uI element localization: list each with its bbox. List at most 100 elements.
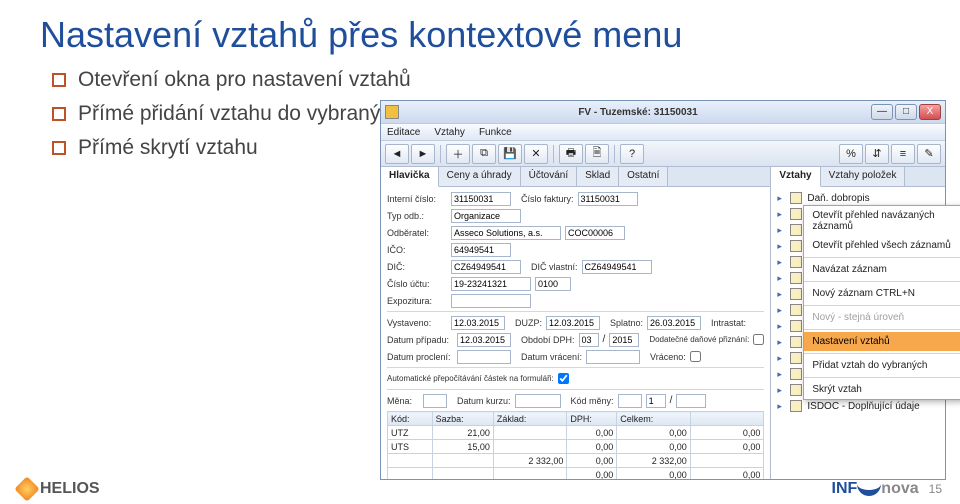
tab-ceny[interactable]: Ceny a úhrady: [439, 167, 521, 186]
toolbar-separator: [440, 145, 441, 163]
cislo-uctu2-field[interactable]: [535, 277, 571, 291]
maximize-button[interactable]: □: [895, 104, 917, 120]
left-panel: Hlavička Ceny a úhrady Účtování Sklad Os…: [381, 167, 771, 479]
right-panel: Vztahy Vztahy položek ▸Daň. dobropis▸Daň…: [771, 167, 945, 479]
doc-icon: [790, 224, 802, 236]
kod-meny-label: Kód měny:: [571, 396, 614, 406]
infonova-logo: INFnova: [832, 480, 919, 498]
expand-icon: ▸: [777, 193, 785, 204]
context-menu-item[interactable]: Otevřít přehled všech záznamů: [804, 236, 960, 255]
smaz-icon[interactable]: ✕: [524, 144, 548, 164]
obdobi-m-field[interactable]: [579, 333, 599, 347]
doc-icon[interactable]: ✎: [917, 144, 941, 164]
context-menu-item[interactable]: Nastavení vztahů: [804, 332, 960, 351]
datum-pripadu-label: Datum případu:: [387, 335, 453, 345]
tisk-icon[interactable]: 🖶: [559, 144, 583, 164]
intrastat-label: Intrastat:: [711, 318, 746, 328]
table-row[interactable]: 0,000,000,00: [388, 468, 764, 480]
datum-vraceni-label: Datum vrácení:: [521, 352, 582, 362]
doc-icon: [790, 368, 802, 380]
context-menu-item[interactable]: Navázat záznam: [804, 260, 960, 279]
interni-cislo-field[interactable]: [451, 192, 511, 206]
list-item-label: ISDOC - Doplňující údaje: [807, 401, 919, 412]
list-item[interactable]: ▸Daň. dobropis: [771, 190, 945, 206]
duzp-field[interactable]: [546, 316, 600, 330]
bullet-icon: [52, 141, 66, 155]
menu-funkce[interactable]: Funkce: [479, 127, 512, 138]
grid-header: Základ:: [493, 412, 567, 426]
context-menu-item[interactable]: Přidat vztah do vybraných: [804, 356, 960, 375]
tab-hlavicka[interactable]: Hlavička: [381, 167, 439, 187]
tab-ostatni[interactable]: Ostatní: [619, 167, 668, 186]
ico-label: IČO:: [387, 245, 447, 255]
obdobi-r-field[interactable]: [609, 333, 639, 347]
expand-icon: ▸: [777, 225, 785, 236]
grid-header: Kód:: [388, 412, 433, 426]
swoosh-icon: [857, 482, 881, 496]
auto-checkbox[interactable]: [558, 373, 569, 384]
minimize-button[interactable]: —: [871, 104, 893, 120]
vpred-icon[interactable]: ►: [411, 144, 435, 164]
splatno-field[interactable]: [647, 316, 701, 330]
vraceno-label: Vráceno:: [650, 352, 686, 362]
toolbar: ◄ ► ＋ ⧉ 💾 ✕ 🖶 🗎 ? % ⇵ ≡ ✎: [381, 141, 945, 167]
expand-icon: ▸: [777, 385, 785, 396]
tab-vztahy-polozek[interactable]: Vztahy položek: [821, 167, 906, 186]
interni-cislo-label: Interní číslo:: [387, 194, 447, 204]
expozitura-field[interactable]: [451, 294, 531, 308]
context-menu-item[interactable]: Skrýt vztah: [804, 380, 960, 399]
tab-vztahy[interactable]: Vztahy: [771, 167, 820, 187]
odberatel2-field[interactable]: [565, 226, 625, 240]
dic-vlastni-field[interactable]: [582, 260, 652, 274]
procent-icon[interactable]: %: [839, 144, 863, 164]
context-menu-item[interactable]: Otevřít přehled navázaných záznamů: [804, 206, 960, 236]
datum-procleni-field[interactable]: [457, 350, 511, 364]
uloz-icon[interactable]: 💾: [498, 144, 522, 164]
mena-field[interactable]: [423, 394, 447, 408]
kopie-icon[interactable]: ⧉: [472, 144, 496, 164]
close-button[interactable]: X: [919, 104, 941, 120]
cislo-faktury-field[interactable]: [578, 192, 638, 206]
kurz2-field[interactable]: [676, 394, 706, 408]
expand-icon: ▸: [777, 273, 785, 284]
table-row[interactable]: 2 332,000,002 332,00: [388, 454, 764, 468]
expand-icon: ▸: [777, 337, 785, 348]
expand-icon: ▸: [777, 369, 785, 380]
expand-icon: ▸: [777, 305, 785, 316]
menu-editace[interactable]: Editace: [387, 127, 420, 138]
vystaveno-field[interactable]: [451, 316, 505, 330]
typ-odb-field[interactable]: [451, 209, 521, 223]
divider: [387, 367, 764, 368]
list-item[interactable]: ▸ISDOC - Doplňující údaje: [771, 398, 945, 414]
bullet-text: Přímé skrytí vztahu: [78, 136, 258, 160]
vraceno-checkbox[interactable]: [690, 351, 701, 362]
doc-icon: [790, 384, 802, 396]
tab-uctovani[interactable]: Účtování: [521, 167, 577, 186]
kod-meny-field[interactable]: [618, 394, 642, 408]
menu-vztahy[interactable]: Vztahy: [434, 127, 465, 138]
zpet-icon[interactable]: ◄: [385, 144, 409, 164]
dic-field[interactable]: [451, 260, 521, 274]
ico-field[interactable]: [451, 243, 511, 257]
sort-icon[interactable]: ⇵: [865, 144, 889, 164]
kurz-field[interactable]: [646, 394, 666, 408]
expand-icon: ▸: [777, 289, 785, 300]
nahled-icon[interactable]: 🗎: [585, 144, 609, 164]
context-menu-item[interactable]: Nový záznam CTRL+N: [804, 284, 960, 303]
tab-sklad[interactable]: Sklad: [577, 167, 619, 186]
datum-vraceni-field[interactable]: [586, 350, 640, 364]
bullet-icon: [52, 73, 66, 87]
dodatecne-checkbox[interactable]: [753, 334, 764, 345]
table-row[interactable]: UTS15,000,000,000,00: [388, 440, 764, 454]
table-row[interactable]: UTZ21,000,000,000,00: [388, 426, 764, 440]
grid-header: [690, 412, 764, 426]
odberatel-field[interactable]: [451, 226, 561, 240]
vystaveno-label: Vystaveno:: [387, 318, 447, 328]
context-menu: Otevřít přehled navázaných záznamůOtevří…: [803, 205, 960, 400]
datum-kurzu-field[interactable]: [515, 394, 561, 408]
help-icon[interactable]: ?: [620, 144, 644, 164]
datum-pripadu-field[interactable]: [457, 333, 511, 347]
plus-icon[interactable]: ＋: [446, 144, 470, 164]
list-icon[interactable]: ≡: [891, 144, 915, 164]
cislo-uctu-field[interactable]: [451, 277, 531, 291]
